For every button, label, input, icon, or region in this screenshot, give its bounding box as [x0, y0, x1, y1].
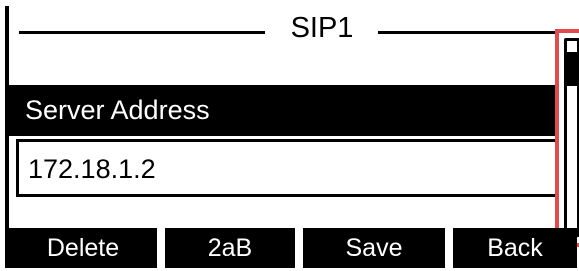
- screen-title: SIP1: [290, 12, 354, 44]
- delete-softkey[interactable]: Delete: [9, 228, 157, 268]
- softkey-divider: [445, 228, 453, 268]
- back-softkey[interactable]: Back: [453, 228, 577, 268]
- save-softkey[interactable]: Save: [303, 228, 445, 268]
- title-divider-right: [378, 31, 561, 34]
- phone-screen: SIP1 Server Address 172.18.1.2 Delete 2a…: [5, 6, 579, 268]
- scrollbar-highlight-box: [555, 29, 579, 247]
- server-address-input[interactable]: 172.18.1.2: [16, 139, 558, 197]
- server-address-label-bar: Server Address: [9, 85, 558, 136]
- input-mode-softkey[interactable]: 2aB: [165, 228, 295, 268]
- softkey-bar: Delete 2aB Save Back: [9, 228, 577, 268]
- vertical-scrollbar[interactable]: [564, 38, 579, 237]
- server-address-label: Server Address: [25, 95, 210, 125]
- softkey-divider: [157, 228, 165, 268]
- scrollbar-track: [567, 41, 577, 234]
- server-address-value: 172.18.1.2: [28, 154, 156, 184]
- softkey-divider: [295, 228, 303, 268]
- screen-title-row: SIP1: [13, 6, 561, 48]
- scrollbar-thumb[interactable]: [567, 52, 577, 86]
- title-divider-left: [19, 31, 265, 34]
